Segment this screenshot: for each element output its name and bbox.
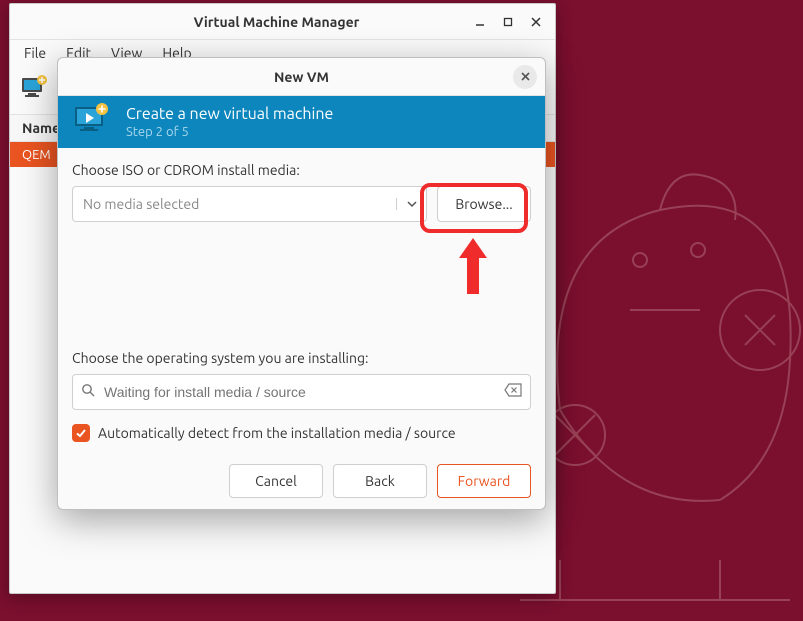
wizard-banner-title: Create a new virtual machine <box>126 105 333 123</box>
dialog-titlebar: New VM <box>58 58 545 96</box>
minimize-button[interactable] <box>469 11 491 33</box>
os-label: Choose the operating system you are inst… <box>72 350 531 366</box>
close-button[interactable] <box>525 11 547 33</box>
wizard-banner-icon <box>72 103 112 141</box>
cancel-button[interactable]: Cancel <box>229 464 323 498</box>
vm-row-label: QEM <box>22 148 51 162</box>
search-icon <box>81 383 96 402</box>
os-search-input[interactable] <box>104 384 496 400</box>
os-search-field[interactable] <box>72 374 531 410</box>
media-label: Choose ISO or CDROM install media: <box>72 162 531 178</box>
new-vm-icon[interactable] <box>20 75 50 105</box>
clear-input-icon[interactable] <box>504 383 522 401</box>
chevron-down-icon[interactable] <box>396 198 426 210</box>
media-combo-value: No media selected <box>73 196 396 212</box>
browse-button[interactable]: Browse... <box>437 186 531 222</box>
wizard-banner: Create a new virtual machine Step 2 of 5 <box>58 96 545 148</box>
column-name[interactable]: Name <box>22 120 60 136</box>
dialog-close-button[interactable] <box>513 65 537 89</box>
menu-file[interactable]: File <box>16 43 54 63</box>
new-vm-dialog: New VM Create a new virtual machine Step… <box>57 57 546 510</box>
forward-button[interactable]: Forward <box>437 464 531 498</box>
maximize-button[interactable] <box>497 11 519 33</box>
autodetect-label: Automatically detect from the installati… <box>98 425 456 441</box>
wizard-step-label: Step 2 of 5 <box>126 125 333 139</box>
back-button[interactable]: Back <box>333 464 427 498</box>
dialog-title: New VM <box>90 69 513 85</box>
main-window-title: Virtual Machine Manager <box>84 14 469 30</box>
media-combo[interactable]: No media selected <box>72 186 427 222</box>
autodetect-checkbox[interactable] <box>72 424 90 442</box>
main-titlebar: Virtual Machine Manager <box>10 4 555 40</box>
